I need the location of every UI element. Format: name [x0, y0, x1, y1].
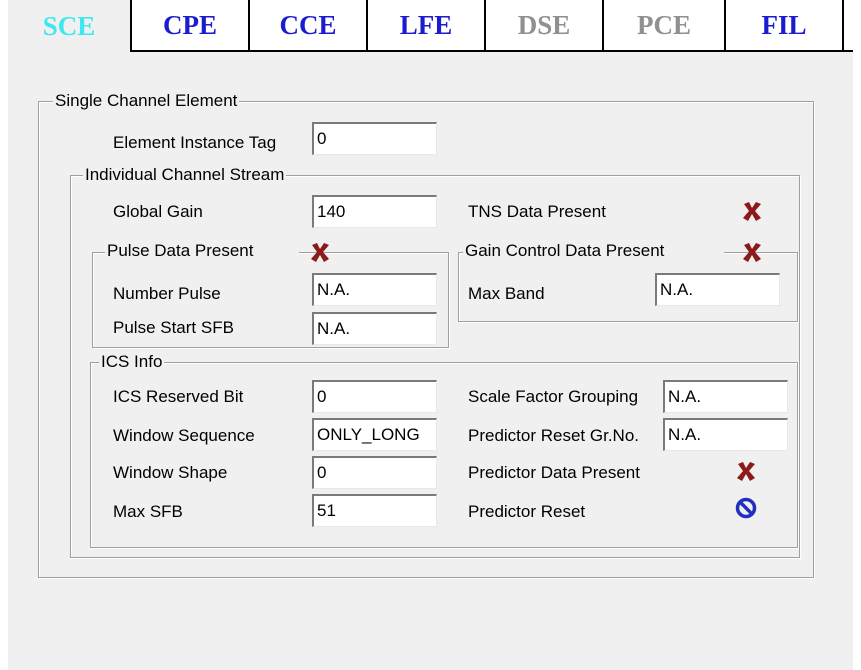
- predictor-reset-grno-label: Predictor Reset Gr.No.: [468, 426, 640, 445]
- sce-dialog: SCE CPE CCE LFE DSE PCE FIL Single Chann…: [8, 0, 853, 670]
- max-band-field[interactable]: N.A.: [655, 273, 780, 306]
- pulse-data-present-x-icon: [311, 243, 329, 262]
- individual-channel-stream-title: Individual Channel Stream: [83, 165, 287, 185]
- tab-lfe[interactable]: LFE: [368, 0, 486, 52]
- tab-dse[interactable]: DSE: [486, 0, 604, 52]
- gain-control-data-present-x-icon: [743, 243, 761, 262]
- number-pulse-field[interactable]: N.A.: [312, 273, 437, 306]
- tab-fil[interactable]: FIL: [726, 0, 844, 52]
- window-sequence-label: Window Sequence: [113, 426, 255, 445]
- tns-data-present-label: TNS Data Present: [468, 202, 606, 221]
- window-shape-label: Window Shape: [113, 463, 228, 482]
- ics-reserved-bit-field[interactable]: 0: [312, 380, 437, 413]
- number-pulse-label: Number Pulse: [113, 284, 221, 303]
- pulse-start-sfb-field[interactable]: N.A.: [312, 312, 437, 345]
- global-gain-label: Global Gain: [113, 202, 203, 221]
- pulse-start-sfb-label: Pulse Start SFB: [113, 318, 234, 337]
- window-shape-field[interactable]: 0: [312, 456, 437, 489]
- element-instance-tag-label: Element Instance Tag: [113, 133, 277, 152]
- predictor-reset-grno-field[interactable]: N.A.: [663, 418, 788, 451]
- ics-info-title: ICS Info: [99, 352, 165, 372]
- max-sfb-field[interactable]: 51: [312, 494, 437, 527]
- tab-sce[interactable]: SCE: [8, 0, 132, 52]
- gain-control-data-present-title: Gain Control Data Present: [463, 241, 725, 261]
- status-area: [8, 617, 853, 670]
- ics-reserved-bit-label: ICS Reserved Bit: [113, 387, 244, 406]
- single-channel-element-title: Single Channel Element: [53, 91, 240, 111]
- tab-cpe[interactable]: CPE: [132, 0, 250, 52]
- pulse-data-present-title: Pulse Data Present: [105, 241, 300, 261]
- tab-bar-end: [844, 0, 853, 52]
- global-gain-field[interactable]: 140: [312, 195, 437, 228]
- max-band-label: Max Band: [468, 284, 545, 303]
- scale-factor-grouping-field[interactable]: N.A.: [663, 380, 788, 413]
- scale-factor-grouping-label: Scale Factor Grouping: [468, 387, 639, 406]
- predictor-data-present-label: Predictor Data Present: [468, 463, 640, 482]
- element-instance-tag-field[interactable]: 0: [312, 122, 437, 155]
- predictor-data-present-x-icon: [737, 462, 755, 481]
- predictor-reset-no-entry-icon: [735, 497, 757, 519]
- tab-cce[interactable]: CCE: [250, 0, 368, 52]
- window-sequence-field[interactable]: ONLY_LONG: [312, 418, 437, 451]
- max-sfb-label: Max SFB: [113, 502, 183, 521]
- tab-pce[interactable]: PCE: [604, 0, 726, 52]
- predictor-reset-label: Predictor Reset: [468, 502, 586, 521]
- tab-bar: SCE CPE CCE LFE DSE PCE FIL: [8, 0, 853, 52]
- tns-data-present-x-icon: [743, 202, 761, 221]
